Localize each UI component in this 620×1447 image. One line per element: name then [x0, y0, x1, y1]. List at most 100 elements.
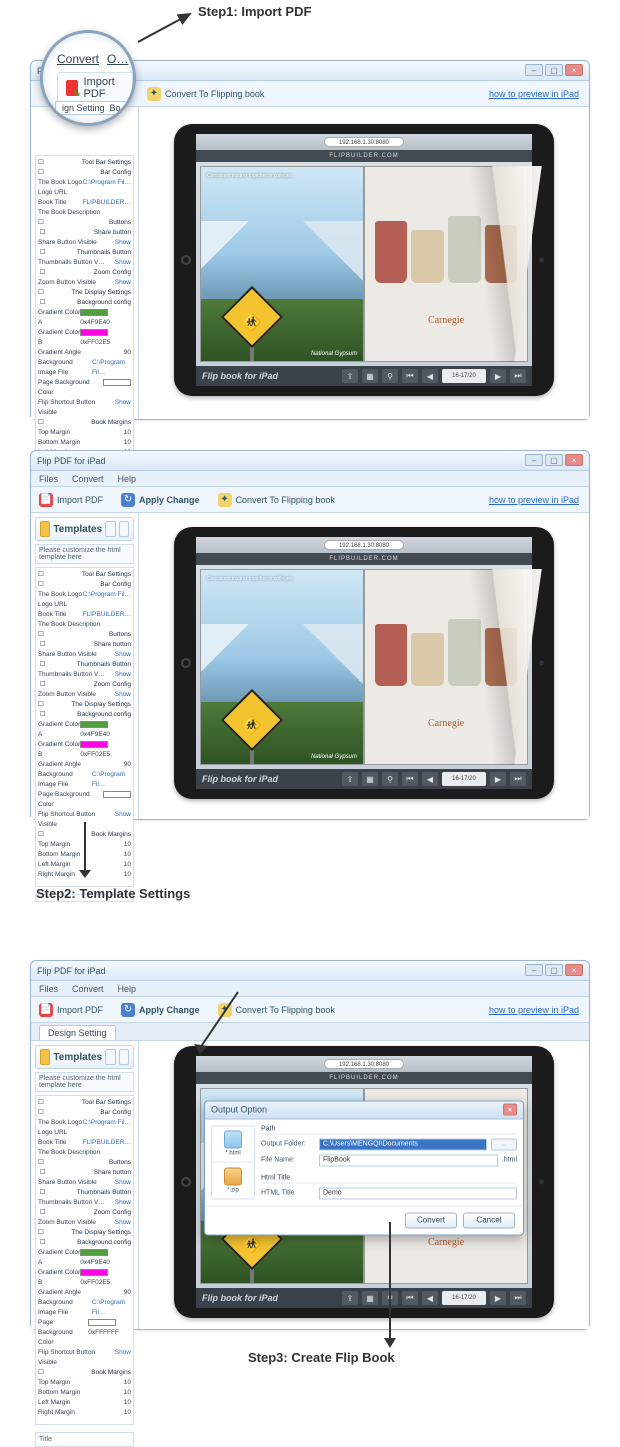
file-name-input[interactable]: FlipBook	[319, 1154, 498, 1166]
refresh-templates-button[interactable]	[105, 1049, 115, 1065]
convert-flipbook-label: Convert To Flipping book	[236, 495, 335, 505]
arrow-step2	[75, 820, 95, 880]
pedestrian-sign-icon: 🚸	[224, 289, 280, 345]
step3-label: Step3: Create Flip Book	[248, 1350, 395, 1365]
last-icon[interactable]: ⏭	[510, 369, 526, 383]
prev-icon[interactable]: ◀	[422, 772, 438, 786]
first-icon[interactable]: ⏮	[402, 772, 418, 786]
flipbook-spread[interactable]: Consistent insurer together in colleges.…	[196, 162, 532, 366]
preview-help-link[interactable]: how to preview in iPad	[489, 495, 579, 505]
page-indicator[interactable]: 16-17/20	[442, 1291, 486, 1305]
close-button[interactable]: ×	[565, 64, 583, 76]
share-icon[interactable]: ⇪	[342, 1291, 358, 1305]
zoom-icon[interactable]: ⚲	[382, 772, 398, 786]
min-button[interactable]: –	[525, 964, 543, 976]
max-button[interactable]: ▢	[545, 454, 563, 466]
dialog-titlebar[interactable]: Output Option ×	[205, 1101, 523, 1119]
zoom-icon[interactable]: ⚲	[382, 369, 398, 383]
last-icon[interactable]: ⏭	[510, 772, 526, 786]
next-icon[interactable]: ▶	[490, 369, 506, 383]
prev-icon[interactable]: ◀	[422, 369, 438, 383]
close-button[interactable]: ×	[565, 454, 583, 466]
templates-header[interactable]: Templates	[35, 1045, 134, 1069]
flipbook-toolbar: Flip book for iPad ⇪ ▦ ⚲ ⏮ ◀ 16-17/20 ▶ …	[196, 366, 532, 386]
output-type-list[interactable]: *.html *.zip	[211, 1125, 255, 1199]
output-type-zip[interactable]: *.zip	[212, 1163, 254, 1199]
save-template-button[interactable]	[119, 521, 129, 537]
step2-label: Step2: Template Settings	[36, 886, 190, 901]
next-icon[interactable]: ▶	[490, 1291, 506, 1305]
thumbnails-icon[interactable]: ▦	[362, 1291, 378, 1305]
import-pdf-button[interactable]: 📄Import PDF	[39, 1003, 103, 1017]
first-icon[interactable]: ⏮	[402, 1291, 418, 1305]
max-button[interactable]: ▢	[545, 64, 563, 76]
dialog-close-button[interactable]: ×	[503, 1104, 517, 1116]
address-bar[interactable]: 192.168.1.30:8080	[324, 137, 404, 147]
last-icon[interactable]: ⏭	[510, 1291, 526, 1305]
cancel-button[interactable]: Cancel	[463, 1212, 515, 1228]
settings-tree[interactable]: ☐ Tool Bar Settings ☐ Bar Config The Boo…	[35, 155, 134, 475]
settings-tree[interactable]: ☐ Tool Bar Settings ☐ Bar Config The Boo…	[35, 1095, 134, 1425]
html-title-input[interactable]: Demo	[319, 1187, 517, 1199]
templates-icon	[40, 521, 50, 537]
home-button-icon	[181, 255, 191, 265]
thumbnails-icon[interactable]: ▦	[362, 772, 378, 786]
thumbnails-icon[interactable]: ▦	[362, 369, 378, 383]
convert-button[interactable]: Convert	[405, 1212, 457, 1228]
refresh-icon: ↻	[121, 493, 135, 507]
address-bar[interactable]: 192.168.1.30:8080	[324, 1059, 404, 1069]
preview-help-link[interactable]: how to preview in iPad	[489, 89, 579, 99]
wand-icon: ✦	[147, 87, 161, 101]
preview-help-link[interactable]: how to preview in iPad	[489, 1005, 579, 1015]
dialog-title: Output Option	[211, 1105, 267, 1115]
min-button[interactable]: –	[525, 454, 543, 466]
menubar[interactable]: FilesConvertHelp	[31, 471, 589, 487]
share-icon[interactable]: ⇪	[342, 369, 358, 383]
import-pdf-label: Import PDF	[84, 76, 124, 100]
zip-icon	[224, 1167, 242, 1185]
max-button[interactable]: ▢	[545, 964, 563, 976]
design-setting-tab[interactable]: Design Setting	[39, 1025, 116, 1040]
import-pdf-icon: 📄	[39, 1003, 53, 1017]
import-pdf-button[interactable]: 📄Import PDF	[39, 493, 103, 507]
title-input-box[interactable]: Title	[35, 1432, 134, 1447]
page-indicator[interactable]: 16-17/20	[442, 772, 486, 786]
html-title-group: Html Title	[261, 1174, 517, 1183]
templates-header[interactable]: Templates	[35, 517, 134, 541]
left-page: Consistent insurer together in colleges.…	[200, 166, 364, 362]
window-title: Flip PDF for iPad	[37, 966, 106, 976]
convert-flipbook-button[interactable]: ✦ Convert To Flipping book	[147, 87, 264, 101]
camera-icon	[539, 258, 544, 263]
import-pdf-button[interactable]: Import PDF	[57, 72, 133, 104]
next-icon[interactable]: ▶	[490, 772, 506, 786]
share-icon[interactable]: ⇪	[342, 772, 358, 786]
refresh-icon: ↻	[121, 1003, 135, 1017]
templates-label: Templates	[53, 524, 102, 535]
min-button[interactable]: –	[525, 64, 543, 76]
page-indicator[interactable]: 16-17/20	[442, 369, 486, 383]
browse-button[interactable]: …	[491, 1138, 517, 1150]
magnifier-callout: ConvertO… Import PDF ign Setting Bo	[40, 30, 136, 126]
path-group: Path	[261, 1125, 517, 1134]
mag-menu: ConvertO…	[57, 52, 128, 66]
prev-icon[interactable]: ◀	[422, 1291, 438, 1305]
flipbook-spread[interactable]: Consistent insurer together in colleges.…	[196, 565, 532, 769]
address-bar[interactable]: 192.168.1.30:8080	[324, 540, 404, 550]
flipbook-title: Flip book for iPad	[202, 774, 278, 784]
refresh-templates-button[interactable]	[105, 521, 115, 537]
mag-tab: ign Setting Bo	[55, 101, 128, 115]
close-button[interactable]: ×	[565, 964, 583, 976]
import-pdf-icon: 📄	[39, 493, 53, 507]
convert-flipbook-button[interactable]: ✦ Convert To Flipping book	[218, 493, 335, 507]
templates-hint: Please customize the html template here	[35, 1072, 134, 1092]
apply-change-button[interactable]: ↻Apply Change	[121, 493, 200, 507]
wand-icon: ✦	[218, 493, 232, 507]
output-type-html[interactable]: *.html	[212, 1126, 254, 1163]
output-folder-input[interactable]: C:\Users\MENGQI\Documents	[319, 1138, 487, 1150]
menubar[interactable]: FilesConvertHelp	[31, 981, 589, 997]
arrow-step3-out	[380, 1220, 400, 1350]
save-template-button[interactable]	[119, 1049, 129, 1065]
left-page-brand: National Gypsum	[311, 351, 357, 357]
import-pdf-icon	[66, 80, 78, 96]
first-icon[interactable]: ⏮	[402, 369, 418, 383]
